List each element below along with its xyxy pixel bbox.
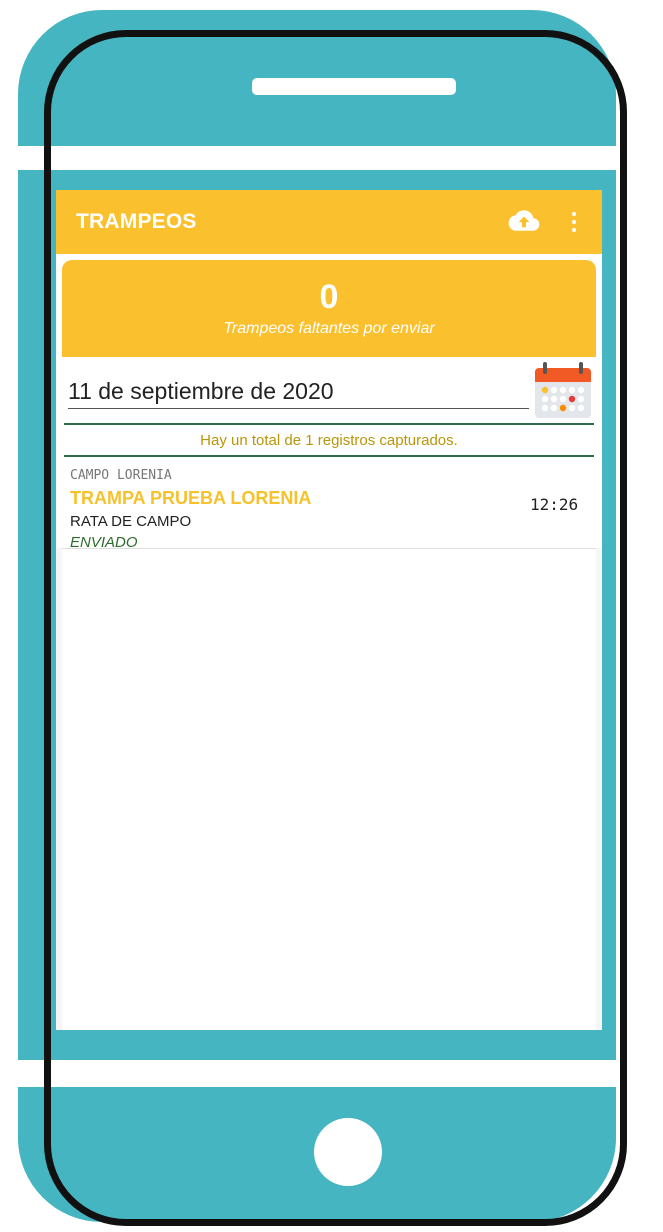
phone-outline xyxy=(44,30,627,1226)
